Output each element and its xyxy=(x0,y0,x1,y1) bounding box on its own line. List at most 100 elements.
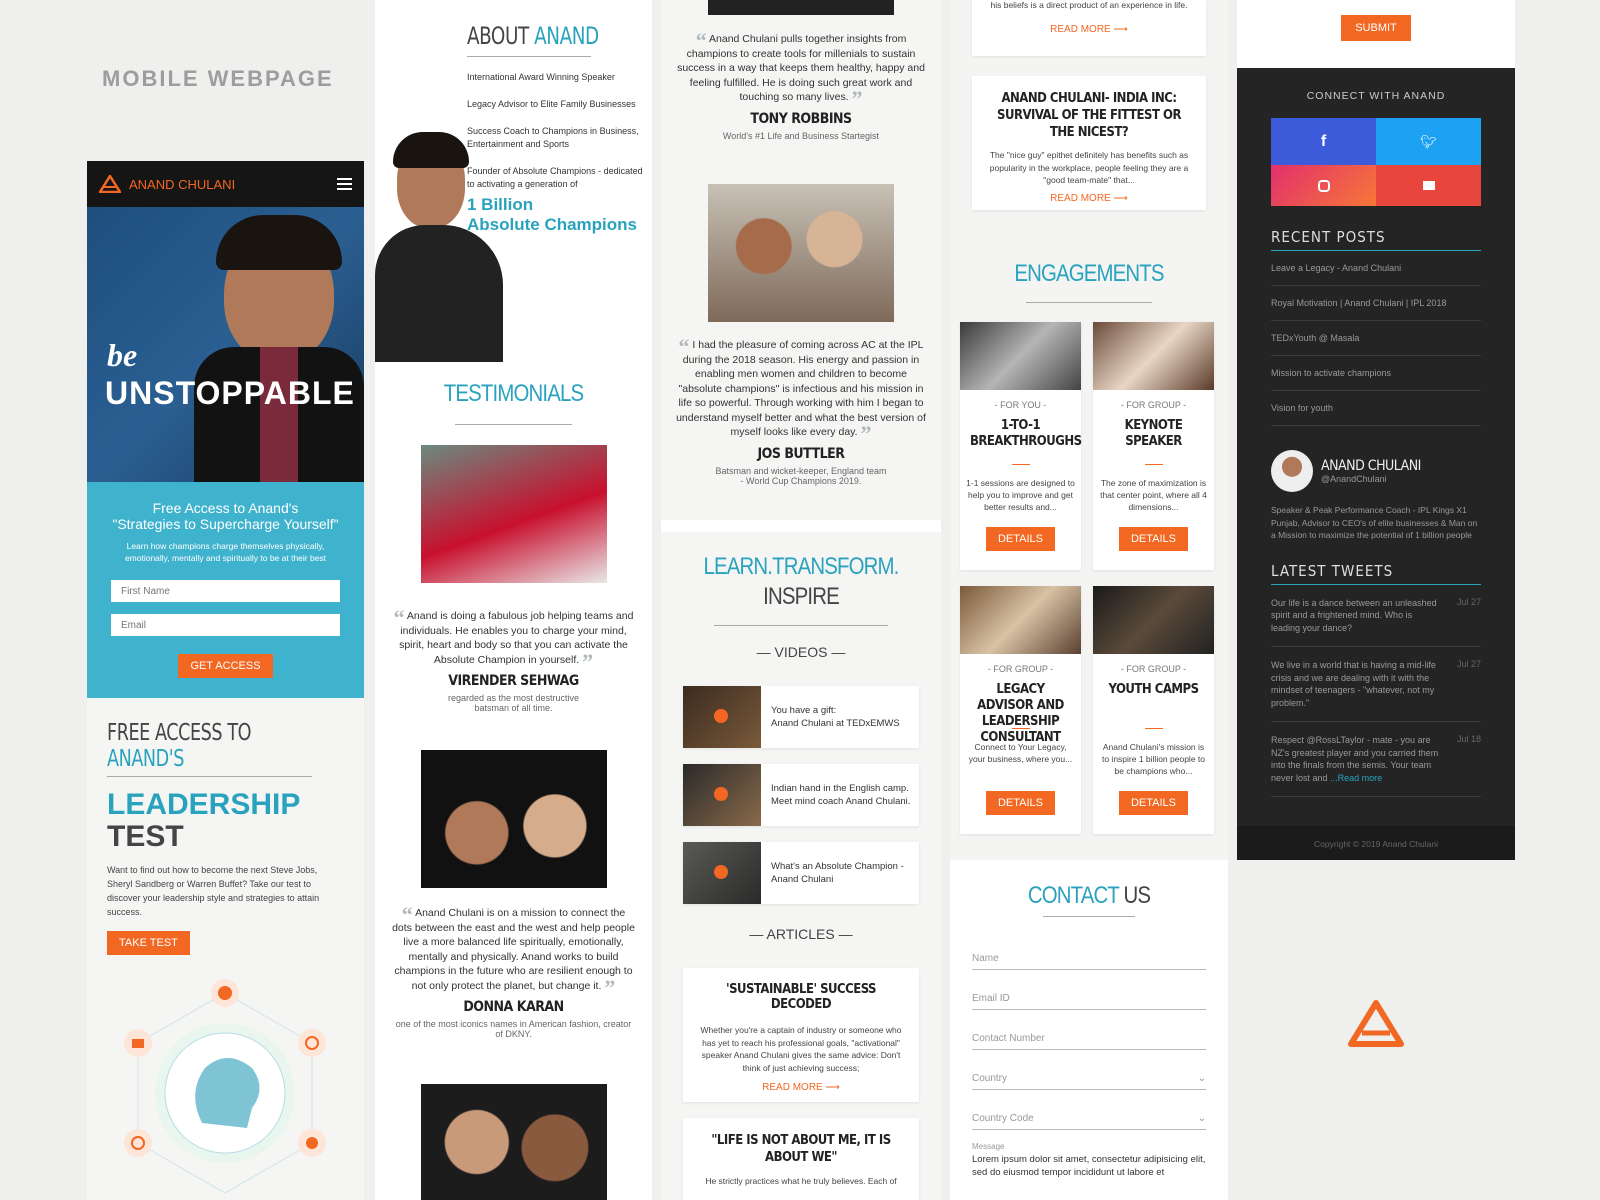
about-item: International Award Winning Speaker xyxy=(467,72,615,82)
engagement-card: - FOR GROUP - KEYNOTE SPEAKER The zone o… xyxy=(1093,322,1214,570)
engagement-title: LEGACY ADVISOR AND LEADERSHIP CONSULTANT xyxy=(977,682,1064,745)
brand-logo-icon[interactable] xyxy=(99,175,121,193)
recent-post-link[interactable]: Vision for youth xyxy=(1271,391,1481,426)
video-thumbnail[interactable] xyxy=(683,764,761,826)
engagement-tag: - FOR GROUP - xyxy=(1120,664,1187,674)
testimonial-name: VIRENDER SEHWAG xyxy=(448,673,579,689)
engagement-text: 1-1 sessions are designed to help you to… xyxy=(966,478,1075,512)
tweet-date: Jul 27 xyxy=(1456,659,1481,669)
first-name-input[interactable] xyxy=(111,580,340,602)
read-more-link[interactable]: ...Read more xyxy=(1330,773,1382,783)
hero-portrait-image xyxy=(174,207,364,482)
video-thumbnail[interactable] xyxy=(683,686,761,748)
video-item[interactable]: Indian hand in the English camp. Meet min… xyxy=(683,764,919,826)
about-heading-a: ABOUT xyxy=(467,22,529,50)
read-more-label[interactable]: READ MORE xyxy=(762,1082,823,1093)
video-title-line2: Anand Chulani at TEDxEMWS xyxy=(771,718,900,729)
engagement-tag: - FOR GROUP - xyxy=(1120,400,1187,410)
learn-heading-a: LEARN.TRANSFORM. xyxy=(703,553,900,580)
message-textarea[interactable]: Lorem ipsum dolor sit amet, consectetur … xyxy=(972,1153,1206,1179)
brand-logo-icon xyxy=(1348,1000,1404,1047)
leadership-body: Want to find out how to become the next … xyxy=(107,865,320,917)
read-more-link[interactable]: READ MORE ⟶ xyxy=(986,24,1192,35)
profile-name[interactable]: ANAND CHULANI xyxy=(1321,458,1421,474)
about-item: Success Coach to Champions in Business, … xyxy=(467,126,639,149)
testimonial-name: JOS BUTTLER xyxy=(757,445,845,462)
profile-handle[interactable]: @AnandChulani xyxy=(1321,474,1421,484)
video-thumbnail[interactable] xyxy=(683,842,761,904)
details-button[interactable]: DETAILS xyxy=(985,791,1056,815)
leadership-title-b: TEST xyxy=(107,820,184,853)
quote-close-icon: ” xyxy=(604,974,616,1000)
take-test-button[interactable]: TAKE TEST xyxy=(107,931,190,955)
country-code-select[interactable]: Country Code ⌄ xyxy=(972,1113,1206,1130)
testimonial-name: TONY ROBBINS xyxy=(750,110,852,127)
arrow-right-icon[interactable]: ⟶ xyxy=(1114,24,1128,35)
play-icon[interactable] xyxy=(714,865,728,879)
copyright-bar: Copyright © 2019 Anand Chulani xyxy=(1237,826,1515,860)
submit-button[interactable]: SUBMIT xyxy=(1341,15,1411,41)
articles-label: ARTICLES xyxy=(766,926,835,942)
hamburger-menu-icon[interactable] xyxy=(337,178,352,190)
article-text: Whether you're a captain of industry or … xyxy=(700,1025,902,1073)
recent-post-link[interactable]: TEDxYouth @ Masala xyxy=(1271,321,1481,356)
brand-name[interactable]: ANAND CHULANI xyxy=(129,177,337,192)
arrow-right-icon[interactable]: ⟶ xyxy=(826,1082,840,1093)
article-card: ANAND CHULANI- INDIA INC: SURVIVAL OF TH… xyxy=(972,76,1206,210)
name-field[interactable]: Name xyxy=(972,953,1206,970)
testimonials-heading: TESTIMONIALS xyxy=(443,380,584,407)
engagement-photo xyxy=(960,322,1081,390)
email-input[interactable] xyxy=(111,614,340,636)
read-more-label[interactable]: READ MORE xyxy=(1050,24,1111,35)
recent-post-link[interactable]: Royal Motivation | Anand Chulani | IPL 2… xyxy=(1271,286,1481,321)
testimonial-text: Anand Chulani is on a mission to connect… xyxy=(392,907,635,992)
video-item[interactable]: You have a gift: Anand Chulani at TEDxEMW… xyxy=(683,686,919,748)
chevron-down-icon[interactable]: ⌄ xyxy=(1198,1113,1206,1124)
details-button[interactable]: DETAILS xyxy=(1118,791,1189,815)
country-select[interactable]: Country ⌄ xyxy=(972,1073,1206,1090)
details-button[interactable]: DETAILS xyxy=(985,527,1056,551)
tony-robbins-photo xyxy=(421,1084,607,1200)
about-highlight-b: Absolute Champions xyxy=(467,215,638,234)
engagement-title: YOUTH CAMPS xyxy=(1108,682,1199,697)
leadership-title-a: LEADERSHIP xyxy=(107,788,301,821)
recent-post-link[interactable]: Mission to activate champions xyxy=(1271,356,1481,391)
connect-heading: CONNECT WITH ANAND xyxy=(1306,90,1446,102)
read-more-link[interactable]: READ MORE ⟶ xyxy=(988,193,1190,204)
country-select-label[interactable]: Country xyxy=(972,1073,1007,1084)
latest-tweets-heading: LATEST TWEETS xyxy=(1271,561,1394,580)
profile-block: ANAND CHULANI @AnandChulani xyxy=(1271,450,1481,492)
sehwag-photo xyxy=(420,445,607,583)
contact-number-field[interactable]: Contact Number xyxy=(972,1033,1206,1050)
read-more-label[interactable]: READ MORE xyxy=(1050,193,1111,204)
cta-title-line1: Free Access to Anand's xyxy=(152,500,299,516)
hero-tagline-small: be xyxy=(107,337,138,373)
recent-posts-heading: RECENT POSTS xyxy=(1271,228,1386,246)
read-more-link[interactable]: READ MORE ⟶ xyxy=(699,1082,903,1093)
get-access-button[interactable]: GET ACCESS xyxy=(178,654,273,678)
about-item: Founder of Absolute Champions - dedicate… xyxy=(467,166,643,189)
instagram-icon[interactable] xyxy=(1271,165,1376,206)
testimonial-role: regarded as the most destructive batsman… xyxy=(447,693,580,713)
avatar[interactable] xyxy=(1271,450,1313,492)
facebook-icon[interactable]: f xyxy=(1271,118,1376,165)
cta-title-line2: "Strategies to Supercharge Yourself" xyxy=(112,516,339,532)
mail-icon[interactable] xyxy=(1376,165,1481,206)
arrow-right-icon[interactable]: ⟶ xyxy=(1114,193,1128,204)
video-item[interactable]: What's an Absolute Champion - Anand Chula… xyxy=(683,842,919,904)
play-icon[interactable] xyxy=(714,787,728,801)
tweet-item: We live in a world that is having a mid-… xyxy=(1271,647,1481,722)
email-field[interactable]: Email ID xyxy=(972,993,1206,1010)
article-title: "LIFE IS NOT ABOUT ME, IT IS ABOUT WE" xyxy=(711,1133,891,1165)
country-code-select-label[interactable]: Country Code xyxy=(972,1113,1034,1124)
twitter-icon[interactable]: 🐦︎ xyxy=(1376,118,1481,165)
leadership-test-section: FREE ACCESS TO ANAND'S LEADERSHIP TEST W… xyxy=(87,698,364,1200)
learn-heading-b: INSPIRE xyxy=(763,583,840,610)
details-button[interactable]: DETAILS xyxy=(1118,527,1189,551)
play-icon[interactable] xyxy=(714,709,728,723)
recent-post-link[interactable]: Leave a Legacy - Anand Chulani xyxy=(1271,251,1481,286)
testimonial-card: “ Anand Chulani is on a mission to conne… xyxy=(391,750,636,1039)
tweet-item: Respect @RossLTaylor - mate - you are NZ… xyxy=(1271,722,1481,797)
chevron-down-icon[interactable]: ⌄ xyxy=(1198,1073,1206,1084)
article-card: "LIFE IS NOT ABOUT ME, IT IS ABOUT WE" H… xyxy=(683,1118,919,1200)
